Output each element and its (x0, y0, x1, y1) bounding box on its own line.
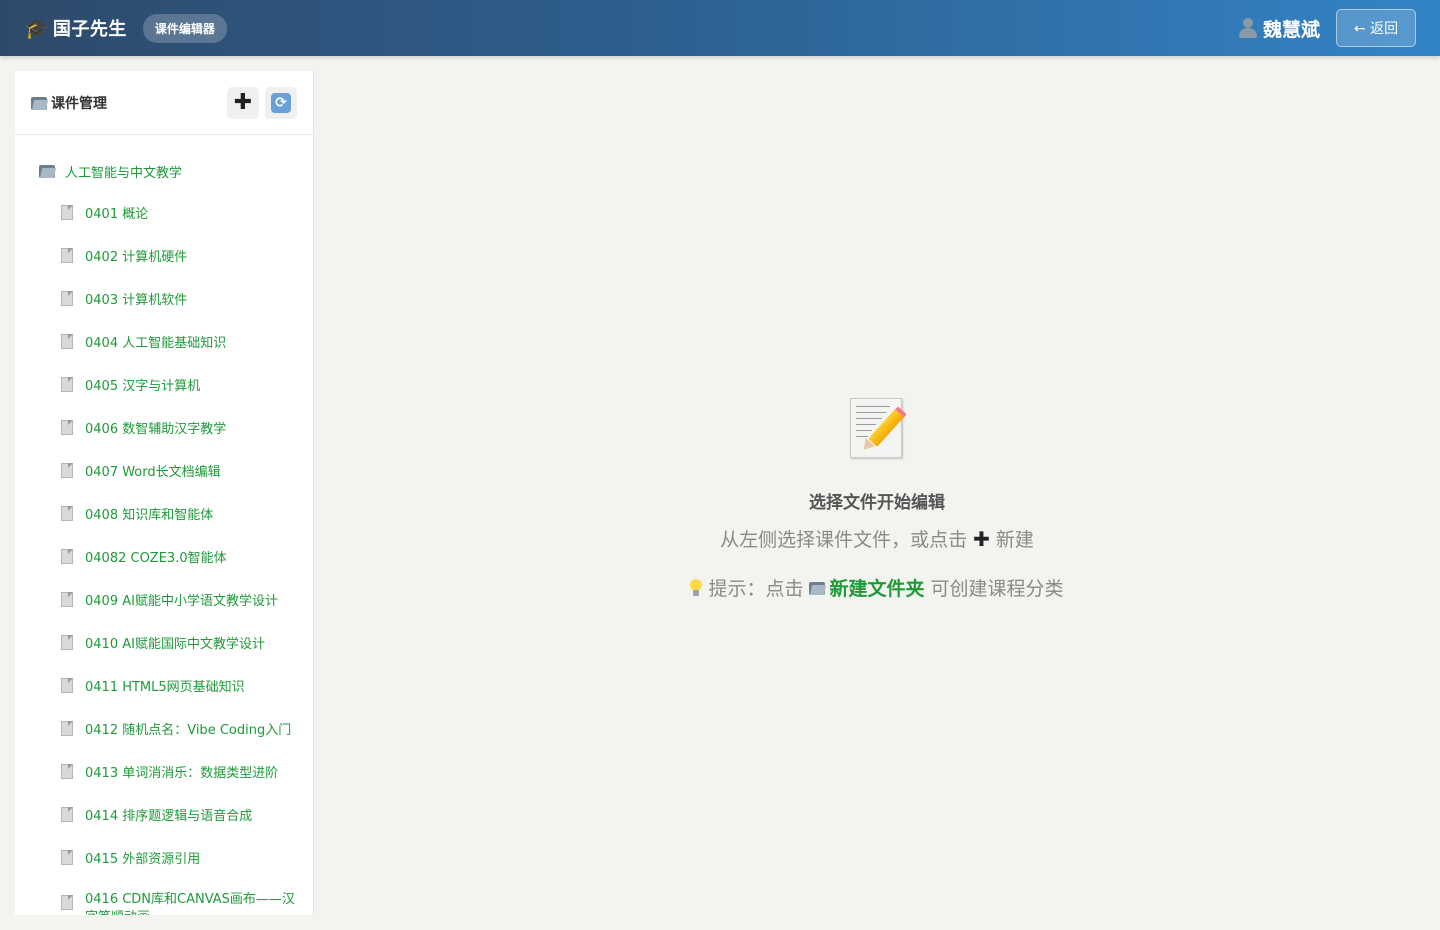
brand: 🎓 国子先生 课件编辑器 (24, 13, 227, 43)
empty-state: 选择文件开始编辑 从左侧选择课件文件，或点击 ✚ 新建 提示：点击 新建文件夹 … (314, 396, 1440, 601)
file-icon (61, 677, 75, 694)
file-label: 0413 单词消消乐：数据类型进阶 (85, 766, 279, 781)
file-icon (61, 333, 75, 350)
file-label: 0409 AI赋能中小学语文教学设计 (85, 594, 278, 609)
file-icon (61, 548, 75, 565)
editor-badge: 课件编辑器 (142, 13, 227, 43)
tree-file[interactable]: 0410 AI赋能国际中文教学设计 (15, 621, 313, 664)
tree-file[interactable]: 0401 概论 (15, 191, 313, 234)
user-info[interactable]: 魏慧斌 (1237, 15, 1320, 42)
file-icon (61, 720, 75, 737)
user-name: 魏慧斌 (1262, 18, 1320, 41)
empty-state-subtitle: 从左侧选择课件文件，或点击 ✚ 新建 (314, 525, 1440, 552)
file-icon (61, 591, 75, 608)
tree-file[interactable]: 0402 计算机硬件 (15, 234, 313, 277)
tree-file[interactable]: 0409 AI赋能中小学语文教学设计 (15, 578, 313, 621)
sidebar-title-label: 课件管理 (51, 95, 107, 112)
tree-file[interactable]: 0414 排序题逻辑与语音合成 (15, 793, 313, 836)
file-label: 0405 汉字与计算机 (85, 379, 201, 394)
tree-file[interactable]: 0407 Word长文档编辑 (15, 449, 313, 492)
file-label: 0414 排序题逻辑与语音合成 (85, 809, 253, 824)
tree-file[interactable]: 0413 单词消消乐：数据类型进阶 (15, 750, 313, 793)
file-icon (61, 247, 75, 264)
file-tree: 人工智能与中文教学 0401 概论 0402 计算机硬件 0403 计算机软件 … (15, 135, 313, 915)
file-icon (61, 849, 75, 866)
file-label: 0415 外部资源引用 (85, 852, 201, 867)
folder-icon (809, 581, 827, 595)
file-icon (61, 290, 75, 307)
plus-icon: ✚ (233, 89, 253, 115)
tree-file[interactable]: 0412 随机点名：Vibe Coding入门 (15, 707, 313, 750)
tree-file[interactable]: 0405 汉字与计算机 (15, 363, 313, 406)
file-icon (61, 462, 75, 479)
folder-label: 人工智能与中文教学 (65, 165, 183, 181)
tree-folder[interactable]: 人工智能与中文教学 (15, 151, 313, 191)
file-icon (61, 376, 75, 393)
tree-file[interactable]: 0403 计算机软件 (15, 277, 313, 320)
tip: 提示：点击 新建文件夹 可创建课程分类 (314, 574, 1440, 601)
file-label: 0416 CDN库和CANVAS画布——汉字笔顺动画 (85, 892, 295, 915)
memo-icon (848, 396, 907, 460)
new-file-button[interactable]: ✚ (227, 86, 259, 119)
user-icon (1237, 17, 1259, 39)
file-label: 0406 数智辅助汉字教学 (85, 422, 227, 437)
empty-sub-new: 新建 (995, 529, 1034, 551)
tree-file[interactable]: 0415 外部资源引用 (15, 836, 313, 879)
file-label: 0401 概论 (85, 207, 149, 222)
file-label: 0402 计算机硬件 (85, 250, 188, 265)
file-icon (61, 505, 75, 522)
open-folder-icon (39, 164, 57, 178)
file-label: 0412 随机点名：Vibe Coding入门 (85, 723, 292, 738)
lightbulb-icon (690, 578, 703, 597)
file-icon (61, 806, 75, 823)
sidebar-header: 课件管理 ✚ ⟳ (15, 71, 313, 135)
tip-suffix: 可创建课程分类 (930, 578, 1064, 600)
file-label: 0411 HTML5网页基础知识 (85, 680, 245, 695)
file-label: 04082 COZE3.0智能体 (85, 551, 227, 566)
graduation-cap-icon: 🎓 (24, 16, 49, 40)
tree-file[interactable]: 0411 HTML5网页基础知识 (15, 664, 313, 707)
plus-icon: ✚ (973, 526, 990, 551)
empty-state-title: 选择文件开始编辑 (809, 493, 945, 513)
file-label: 0404 人工智能基础知识 (85, 336, 227, 351)
refresh-button[interactable]: ⟳ (265, 86, 297, 119)
tip-new-folder: 新建文件夹 (829, 578, 925, 600)
file-icon (61, 763, 75, 780)
sidebar: 课件管理 ✚ ⟳ 人工智能与中文教学 0401 概论 0402 计算机硬件 04… (15, 71, 314, 915)
file-label: 0403 计算机软件 (85, 293, 188, 308)
tip-prefix: 提示：点击 (708, 578, 804, 600)
refresh-icon: ⟳ (271, 92, 291, 113)
file-icon (61, 634, 75, 651)
app-name: 国子先生 (52, 19, 127, 40)
tree-file[interactable]: 0404 人工智能基础知识 (15, 320, 313, 363)
file-icon (61, 895, 75, 911)
file-icon (61, 204, 75, 221)
back-button[interactable]: ← 返回 (1336, 9, 1416, 47)
tree-file[interactable]: 0416 CDN库和CANVAS画布——汉字笔顺动画 (15, 879, 313, 915)
file-icon (61, 419, 75, 436)
file-label: 0408 知识库和智能体 (85, 508, 214, 523)
file-label: 0407 Word长文档编辑 (85, 465, 221, 480)
folder-icon (31, 96, 49, 110)
file-label: 0410 AI赋能国际中文教学设计 (85, 637, 265, 652)
tree-file[interactable]: 0406 数智辅助汉字教学 (15, 406, 313, 449)
tree-file[interactable]: 04082 COZE3.0智能体 (15, 535, 313, 578)
empty-sub-text: 从左侧选择课件文件，或点击 (720, 529, 968, 551)
top-bar: 🎓 国子先生 课件编辑器 魏慧斌 ← 返回 (0, 0, 1440, 56)
tree-file[interactable]: 0408 知识库和智能体 (15, 492, 313, 535)
editor-area: 选择文件开始编辑 从左侧选择课件文件，或点击 ✚ 新建 提示：点击 新建文件夹 … (314, 56, 1440, 930)
sidebar-title: 课件管理 (31, 93, 107, 113)
